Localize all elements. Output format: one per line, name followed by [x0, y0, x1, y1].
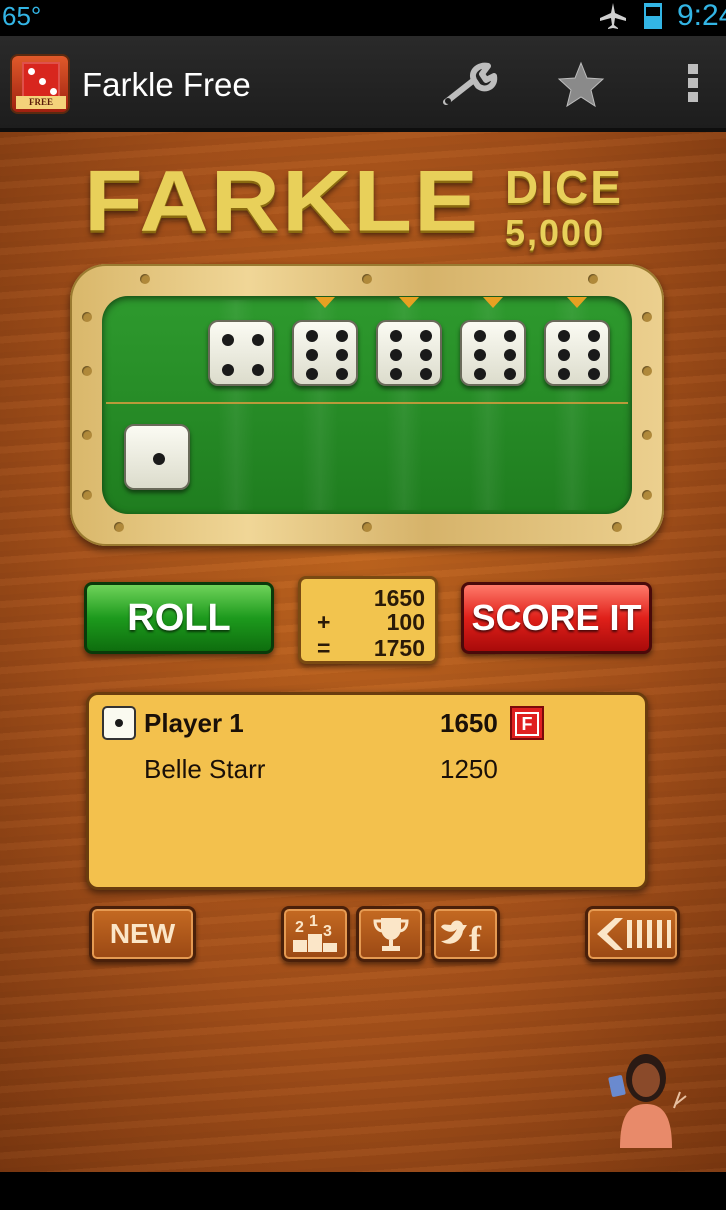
die-1[interactable] [208, 320, 274, 386]
player-score: 1650 [440, 708, 498, 738]
svg-text:1: 1 [309, 914, 318, 930]
twitter-facebook-icon: f [440, 919, 482, 955]
roll-button[interactable]: ROLL [84, 582, 274, 654]
back-menu-button[interactable] [585, 906, 680, 962]
held-marker-5 [567, 297, 587, 308]
navigation-bar [0, 1172, 726, 1210]
status-temperature: 65° [2, 1, 42, 31]
assistant-avatar[interactable] [600, 1048, 688, 1148]
opponent-score: 1250 [440, 754, 498, 784]
farkle-badge: F [510, 706, 544, 740]
svg-text:2: 2 [295, 919, 304, 936]
die-3[interactable] [376, 320, 442, 386]
leaderboard-button[interactable]: 2 1 3 [281, 906, 350, 962]
overflow-menu-icon[interactable] [688, 64, 700, 108]
tray-divider [106, 402, 628, 404]
set-aside-die-1[interactable] [124, 424, 190, 490]
trophy-icon [372, 918, 409, 951]
tally-total: 1750 [373, 635, 425, 661]
opponent-name: Belle Starr [144, 754, 266, 784]
app-icon: FREE [10, 54, 70, 114]
tally-added: 100 [386, 609, 425, 635]
podium-icon: 2 1 3 [292, 914, 337, 952]
current-turn-die-icon [102, 706, 136, 740]
svg-text:f: f [469, 919, 482, 955]
held-marker-4 [483, 297, 503, 308]
settings-wrench-icon[interactable] [440, 62, 502, 110]
back-arrow-icon [596, 918, 671, 950]
battery-icon [644, 3, 662, 29]
die-5[interactable] [544, 320, 610, 386]
tally-current: 1650 [373, 585, 425, 611]
logo-subtitle: DICE [505, 161, 623, 213]
status-time: 9:24 [677, 0, 726, 32]
turn-tally: 1650 + 100 = 1750 [298, 576, 438, 664]
app-title: Farkle Free [82, 66, 251, 103]
new-game-button[interactable]: NEW [89, 906, 196, 962]
tally-equals: = [317, 635, 331, 661]
status-bar: 65° 9:24 [0, 0, 726, 36]
score-it-button[interactable]: SCORE IT [461, 582, 652, 654]
held-marker-2 [315, 297, 335, 308]
dice-cube-icon [22, 62, 60, 98]
share-social-button[interactable]: f [431, 906, 500, 962]
held-marker-3 [399, 297, 419, 308]
logo-target-score: 5,000 [505, 212, 606, 253]
airplane-mode-icon [600, 3, 626, 29]
action-bar: FREE Farkle Free [0, 36, 726, 132]
star-icon[interactable] [556, 60, 606, 110]
achievements-button[interactable] [356, 906, 425, 962]
die-4[interactable] [460, 320, 526, 386]
die-2[interactable] [292, 320, 358, 386]
tally-plus: + [317, 609, 331, 635]
player-name: Player 1 [144, 708, 244, 738]
logo-title: FARKLE [84, 152, 480, 250]
app-icon-badge: FREE [16, 96, 66, 109]
svg-text:3: 3 [323, 923, 332, 940]
